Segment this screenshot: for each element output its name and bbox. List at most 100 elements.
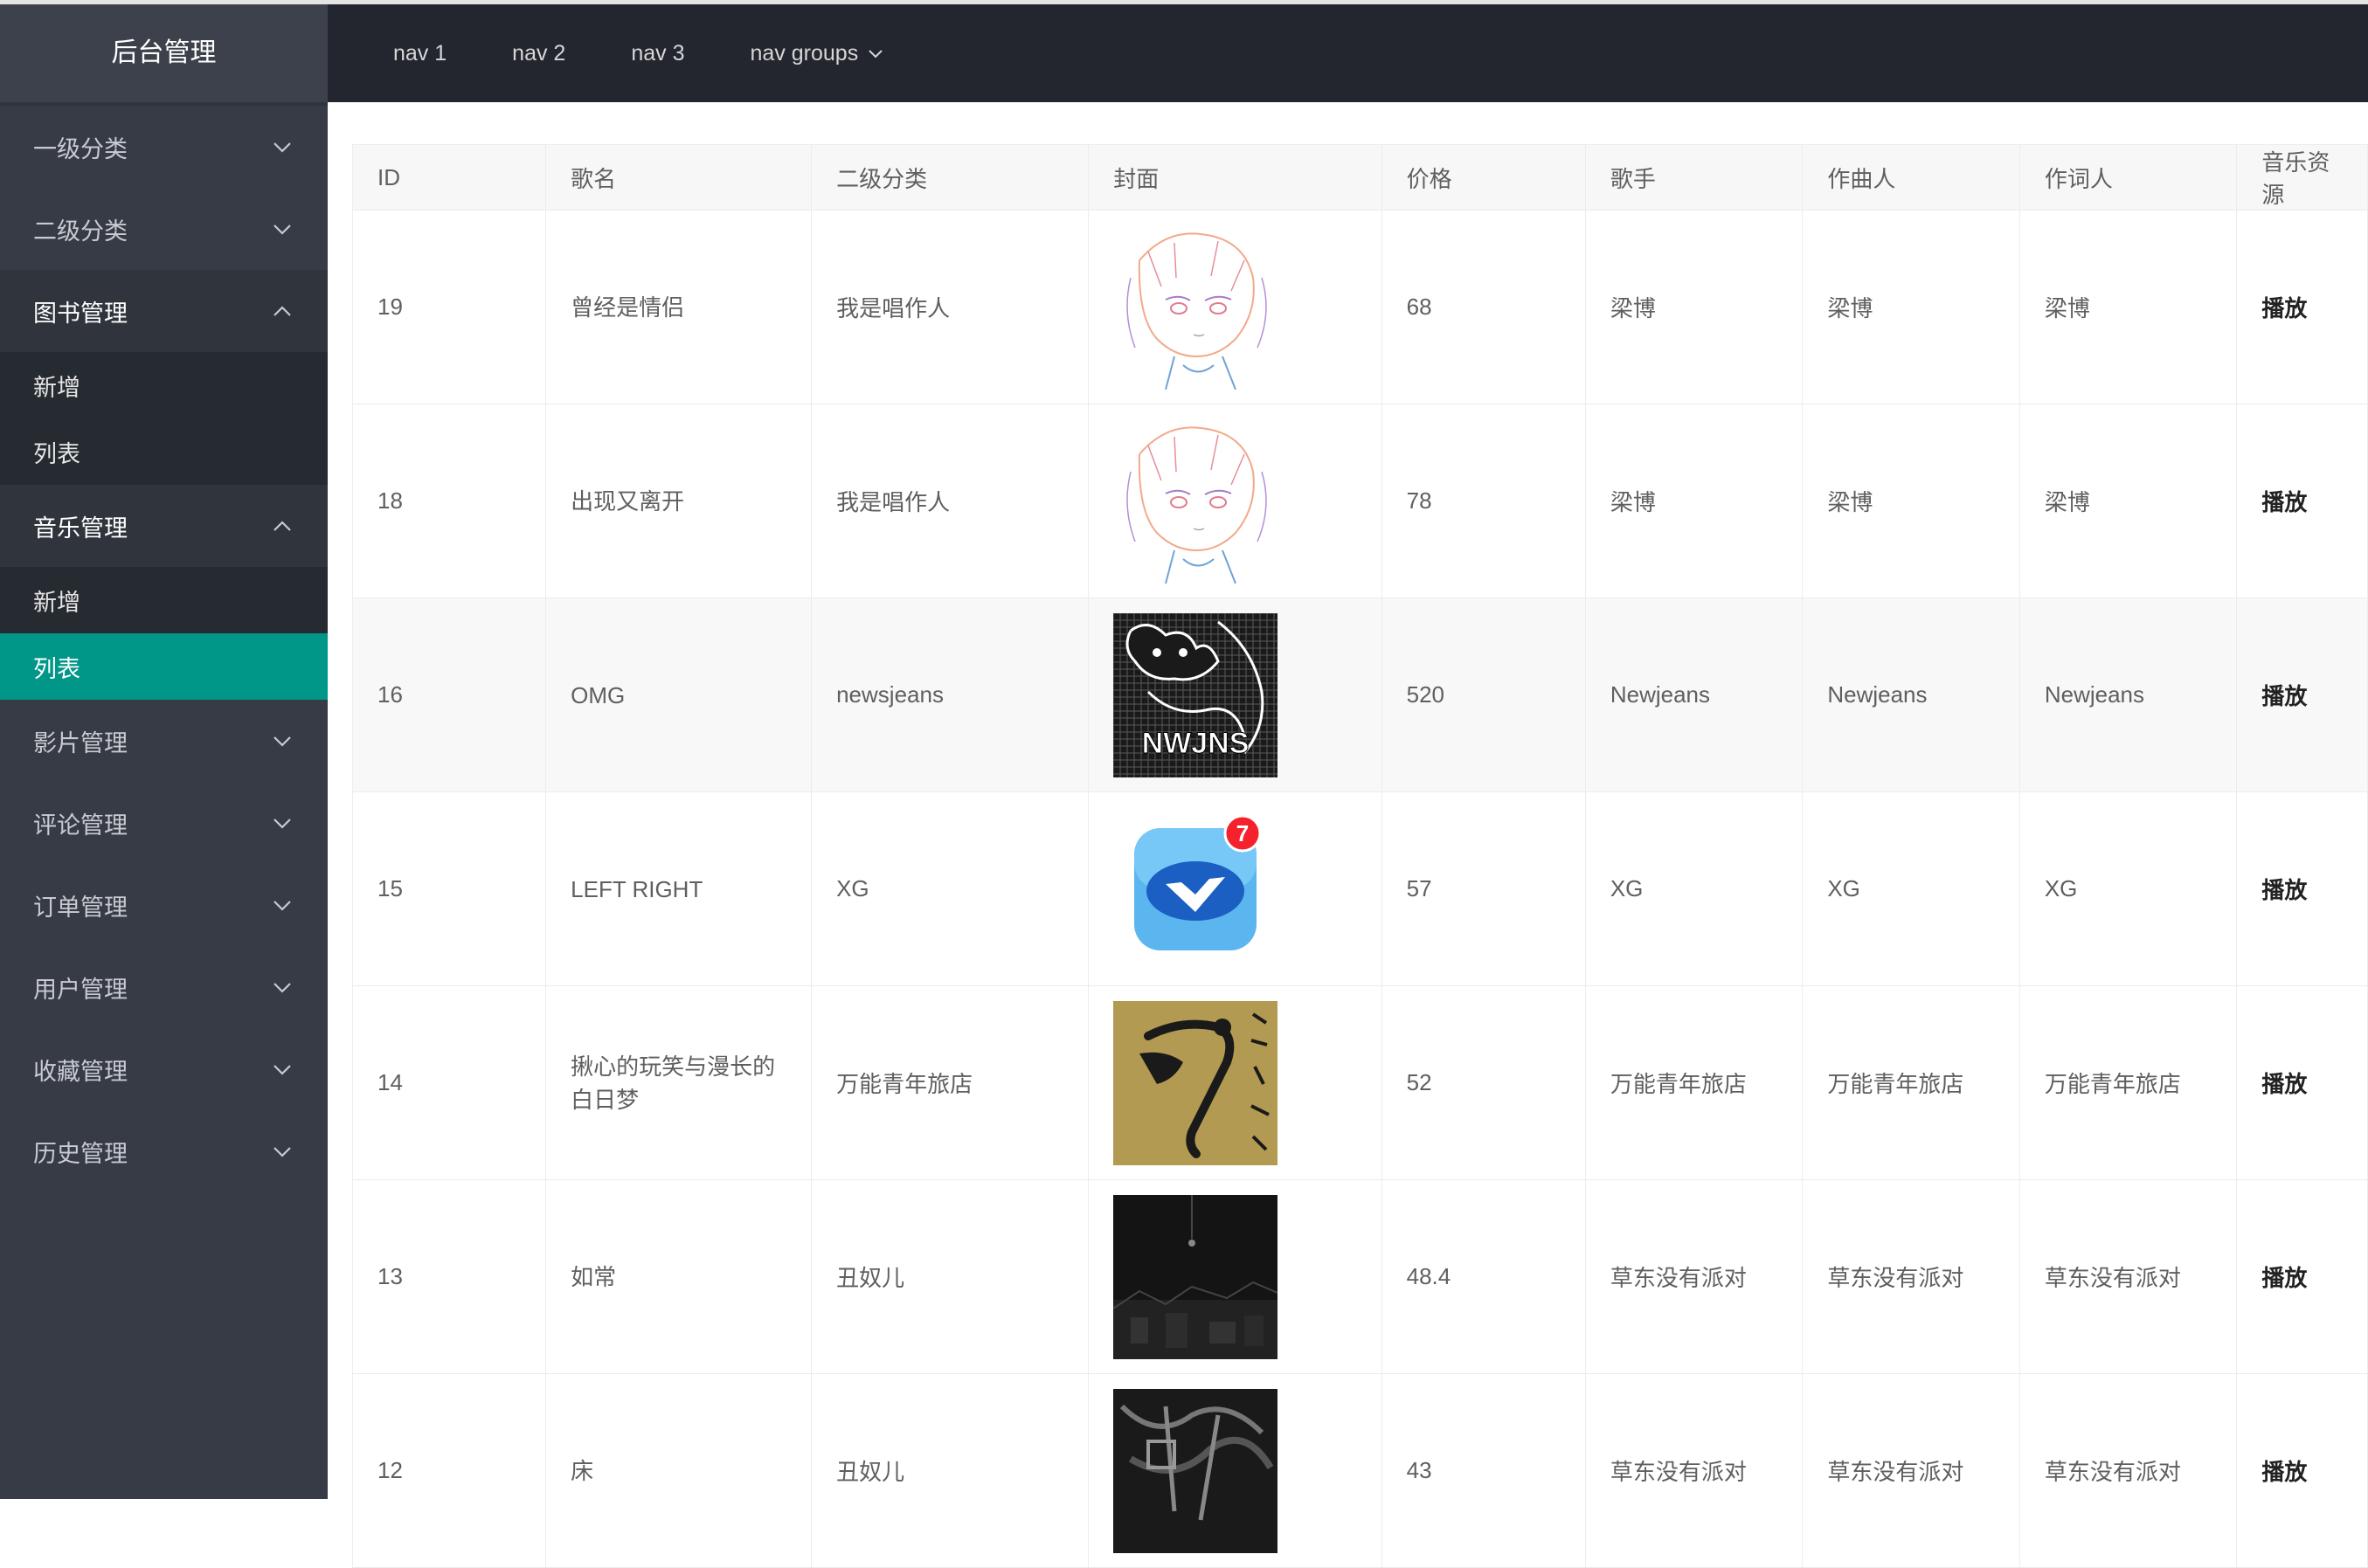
- play-link[interactable]: 播放: [2261, 877, 2307, 903]
- chevron-down-icon: [270, 1139, 294, 1164]
- cover-image: [1113, 1000, 1278, 1165]
- nav-item-3[interactable]: nav 3: [631, 41, 684, 66]
- table-row: 13 如常 丑奴儿 48.4 草东没有派对 草东没有派对 草东没有派对 播放: [351, 1179, 2368, 1374]
- cell-lyricist: 梁博: [2018, 404, 2238, 598]
- cell-composer: 梁博: [1802, 404, 2020, 598]
- nav-label: nav 3: [631, 40, 685, 66]
- sidebar-menu-item[interactable]: 一级分类: [0, 106, 328, 188]
- cover-image: NWJNS: [1113, 612, 1278, 777]
- cell-lyricist: 万能青年旅店: [2018, 985, 2238, 1180]
- cell-price: 52: [1381, 985, 1586, 1180]
- cell-id: 18: [351, 404, 547, 598]
- column-header-singer: 歌手: [1584, 144, 1804, 211]
- cell-lyricist: 草东没有派对: [2018, 1179, 2238, 1374]
- cover-image: [1113, 418, 1278, 584]
- chevron-down-icon: [270, 1057, 294, 1081]
- nav-item-1[interactable]: nav 1: [393, 41, 447, 66]
- sidebar-menu-label: 一级分类: [33, 135, 128, 162]
- play-link[interactable]: 播放: [2261, 1459, 2307, 1485]
- main-content: ID 歌名 二级分类 封面 价格 歌手 作曲人 作词人 音乐资源 19 曾经是情侣…: [328, 102, 2368, 1568]
- cell-singer: 草东没有派对: [1584, 1373, 1804, 1568]
- cell-id: 16: [351, 597, 547, 792]
- cell-song-name: 如常: [545, 1179, 813, 1374]
- cell-composer: XG: [1802, 791, 2020, 986]
- sidebar-submenu-item[interactable]: 新增: [0, 352, 328, 418]
- sidebar-menu-label: 音乐管理: [33, 515, 128, 542]
- table-row: 18 出现又离开 我是唱作人 78 梁博 梁博 梁博 播放: [351, 404, 2368, 598]
- column-header-id: ID: [351, 144, 547, 211]
- sidebar-menu-item[interactable]: 评论管理: [0, 782, 328, 864]
- chevron-down-icon: [270, 811, 294, 835]
- cell-resource: 播放: [2236, 404, 2368, 598]
- cover-image: 7: [1113, 806, 1278, 971]
- sidebar-menu-item[interactable]: 图书管理: [0, 270, 328, 352]
- cell-id: 12: [351, 1373, 547, 1568]
- chevron-down-icon: [270, 893, 294, 917]
- cell-category: XG: [811, 791, 1090, 986]
- cell-resource: 播放: [2236, 597, 2368, 792]
- chevron-down-icon: [869, 50, 883, 59]
- cell-singer: XG: [1584, 791, 1804, 986]
- play-link[interactable]: 播放: [2261, 489, 2307, 515]
- table-row: 16 OMG newsjeans NWJNS 520 Newjeans Newjeans Ne…: [351, 597, 2368, 792]
- sidebar-submenu-item[interactable]: 列表: [0, 418, 328, 485]
- cell-singer: 万能青年旅店: [1584, 985, 1804, 1180]
- column-header-cover: 封面: [1088, 144, 1382, 211]
- cell-cover: [1088, 1179, 1382, 1374]
- column-header-name: 歌名: [545, 144, 813, 211]
- cell-id: 15: [351, 791, 547, 986]
- sidebar-menu: 一级分类 二级分类 图书管理 新增 列表 音乐管理 新增 列表 影片管理 评论管理 订单管理 用户管理…: [0, 106, 328, 1192]
- nav-groups-dropdown[interactable]: nav groups: [751, 41, 885, 66]
- cell-price: 78: [1381, 404, 1586, 598]
- chevron-down-icon: [270, 975, 294, 999]
- chevron-up-icon: [270, 514, 294, 538]
- sidebar-menu-item[interactable]: 历史管理: [0, 1110, 328, 1192]
- sidebar-menu-label: 评论管理: [33, 812, 128, 839]
- column-header-resource: 音乐资源: [2236, 144, 2368, 211]
- table-row: 19 曾经是情侣 我是唱作人 68 梁博 梁博 梁博 播放: [351, 210, 2368, 404]
- cell-category: newsjeans: [811, 597, 1090, 792]
- sidebar-menu-item[interactable]: 二级分类: [0, 188, 328, 270]
- nav-label: nav 1: [393, 40, 447, 66]
- column-header-lyricist: 作词人: [2018, 144, 2238, 211]
- cover-image: [1113, 1194, 1278, 1359]
- chevron-down-icon: [270, 217, 294, 241]
- cell-category: 万能青年旅店: [811, 985, 1090, 1180]
- table-header-row: ID 歌名 二级分类 封面 价格 歌手 作曲人 作词人 音乐资源: [351, 144, 2368, 211]
- sidebar-menu-item[interactable]: 音乐管理: [0, 485, 328, 567]
- sidebar: 后台管理 一级分类 二级分类 图书管理 新增 列表 音乐管理 新增 列表 影片管理 评论管理 订单管…: [0, 4, 328, 1499]
- sidebar-menu-item[interactable]: 影片管理: [0, 700, 328, 782]
- play-link[interactable]: 播放: [2261, 1265, 2307, 1291]
- sidebar-submenu-item[interactable]: 列表: [0, 633, 328, 700]
- sidebar-menu-label: 收藏管理: [33, 1058, 128, 1085]
- sidebar-submenu-item[interactable]: 新增: [0, 567, 328, 633]
- cell-cover: [1088, 404, 1382, 598]
- cell-composer: 万能青年旅店: [1802, 985, 2020, 1180]
- cell-singer: 草东没有派对: [1584, 1179, 1804, 1374]
- play-link[interactable]: 播放: [2261, 295, 2307, 321]
- cell-lyricist: Newjeans: [2018, 597, 2238, 792]
- sidebar-menu-item[interactable]: 用户管理: [0, 946, 328, 1028]
- play-link[interactable]: 播放: [2261, 1071, 2307, 1097]
- sidebar-menu-label: 订单管理: [33, 894, 128, 921]
- cell-category: 我是唱作人: [811, 404, 1090, 598]
- chevron-down-icon: [270, 729, 294, 753]
- cell-song-name: LEFT RIGHT: [545, 791, 813, 986]
- sidebar-menu-item[interactable]: 收藏管理: [0, 1028, 328, 1110]
- cell-resource: 播放: [2236, 985, 2368, 1180]
- cell-composer: Newjeans: [1802, 597, 2020, 792]
- cell-price: 57: [1381, 791, 1586, 986]
- cell-price: 68: [1381, 210, 1586, 404]
- nav-label: nav 2: [512, 40, 566, 66]
- sidebar-menu-item[interactable]: 订单管理: [0, 864, 328, 946]
- chevron-down-icon: [270, 135, 294, 159]
- cell-cover: [1088, 1373, 1382, 1568]
- chevron-up-icon: [270, 299, 294, 323]
- nav-item-2[interactable]: nav 2: [512, 41, 565, 66]
- cell-category: 丑奴儿: [811, 1179, 1090, 1374]
- cell-category: 丑奴儿: [811, 1373, 1090, 1568]
- cell-resource: 播放: [2236, 1373, 2368, 1568]
- cell-lyricist: 梁博: [2018, 210, 2238, 404]
- cell-song-name: 出现又离开: [545, 404, 813, 598]
- play-link[interactable]: 播放: [2261, 683, 2307, 709]
